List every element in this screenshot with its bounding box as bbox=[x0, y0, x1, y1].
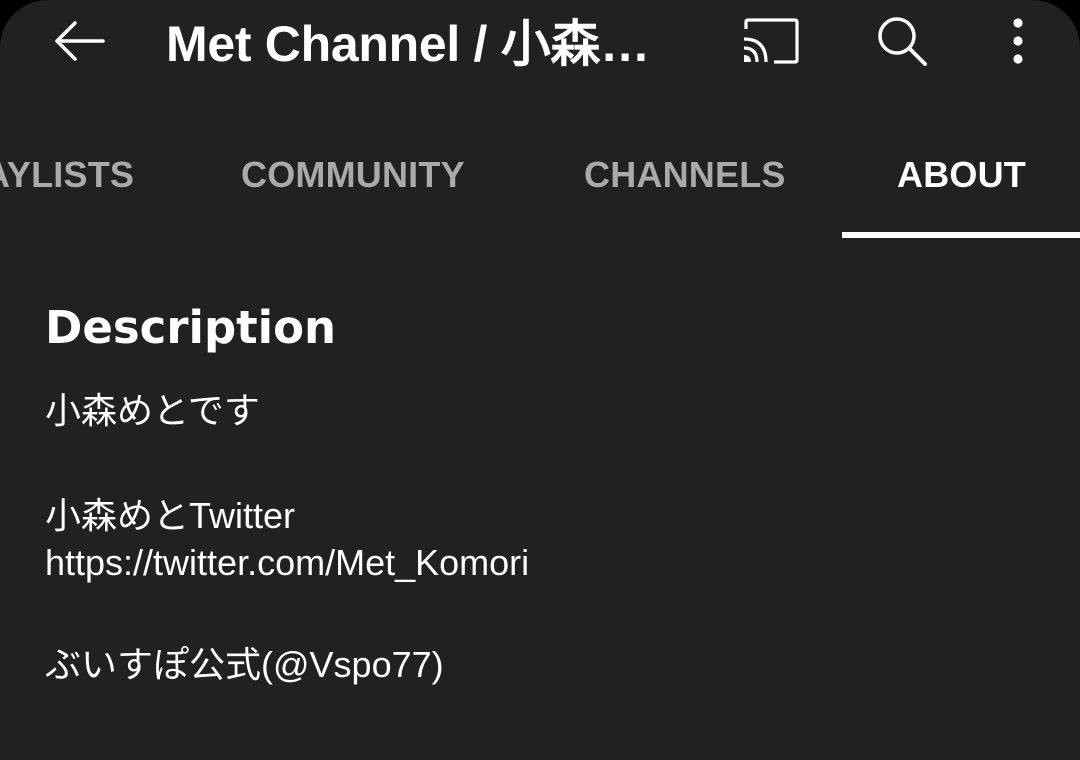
tab-community[interactable]: COMMUNITY bbox=[241, 150, 465, 200]
description-heading: Description bbox=[45, 301, 337, 354]
more-vert-icon bbox=[1013, 18, 1023, 64]
description-line: ぶいすぽ公式(@Vspo77) bbox=[45, 644, 444, 685]
description-line: 小森めとです bbox=[45, 390, 260, 431]
tab-channels[interactable]: CHANNELS bbox=[584, 150, 786, 200]
search-button[interactable] bbox=[866, 8, 938, 74]
cast-button[interactable] bbox=[732, 10, 810, 72]
tab-playlists[interactable]: AYLISTS bbox=[0, 150, 134, 200]
app-screen: Met Channel / 小森… AYLISTS COM bbox=[0, 0, 1080, 760]
tab-about[interactable]: ABOUT bbox=[897, 150, 1026, 200]
back-button[interactable] bbox=[44, 10, 114, 72]
arrow-back-icon bbox=[55, 21, 105, 61]
channel-title: Met Channel / 小森… bbox=[166, 16, 650, 72]
cast-icon bbox=[743, 18, 799, 64]
description-line: 小森めとTwitter bbox=[45, 495, 296, 536]
selected-tab-indicator bbox=[842, 232, 1080, 238]
twitter-link[interactable]: https://twitter.com/Met_Komori bbox=[45, 540, 529, 586]
search-icon bbox=[878, 17, 927, 66]
channel-tabs: AYLISTS COMMUNITY CHANNELS ABOUT bbox=[0, 120, 1080, 238]
top-app-bar: Met Channel / 小森… bbox=[0, 0, 1080, 90]
more-options-button[interactable] bbox=[992, 8, 1044, 74]
